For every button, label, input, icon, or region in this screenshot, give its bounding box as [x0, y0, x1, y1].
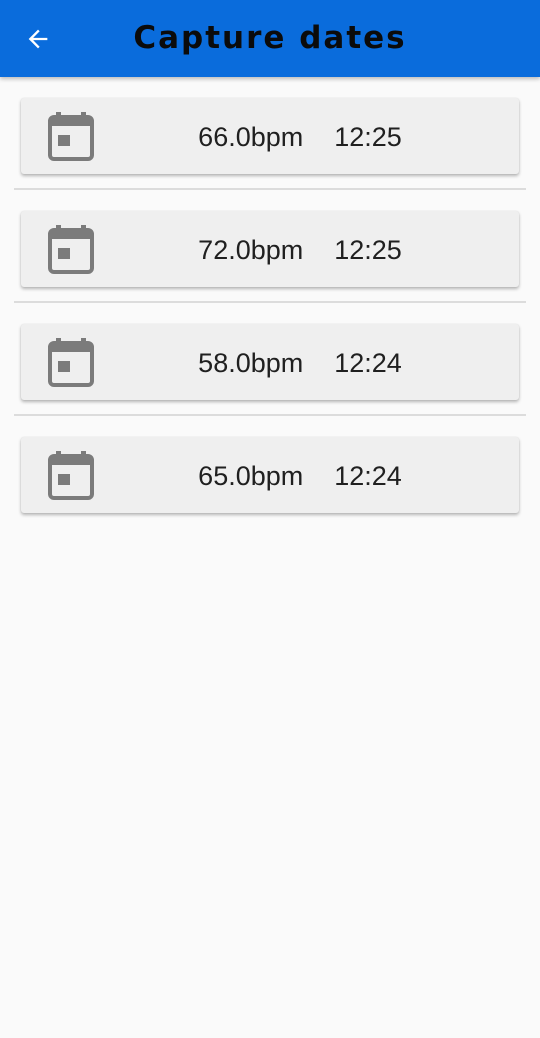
back-button[interactable]: [14, 17, 62, 61]
capture-card[interactable]: 65.0bpm 12:24: [21, 437, 519, 513]
capture-label: 72.0bpm 12:25: [198, 235, 402, 265]
capture-list: 66.0bpm 12:25 72.0bpm 12:25 58.0bpm 12:2…: [0, 77, 540, 529]
page-title: Capture dates: [133, 20, 407, 56]
capture-card[interactable]: 66.0bpm 12:25: [21, 98, 519, 174]
app-bar: Capture dates: [0, 0, 540, 77]
arrow-back-icon: [28, 29, 48, 49]
capture-card[interactable]: 58.0bpm 12:24: [21, 324, 519, 400]
capture-label: 66.0bpm 12:25: [198, 122, 402, 152]
capture-label: 58.0bpm 12:24: [198, 348, 402, 378]
list-item: 72.0bpm 12:25: [0, 190, 540, 303]
capture-label: 65.0bpm 12:24: [198, 461, 402, 491]
list-item: 66.0bpm 12:25: [0, 77, 540, 190]
capture-card[interactable]: 72.0bpm 12:25: [21, 211, 519, 287]
list-item: 58.0bpm 12:24: [0, 303, 540, 416]
list-item: 65.0bpm 12:24: [0, 416, 540, 529]
